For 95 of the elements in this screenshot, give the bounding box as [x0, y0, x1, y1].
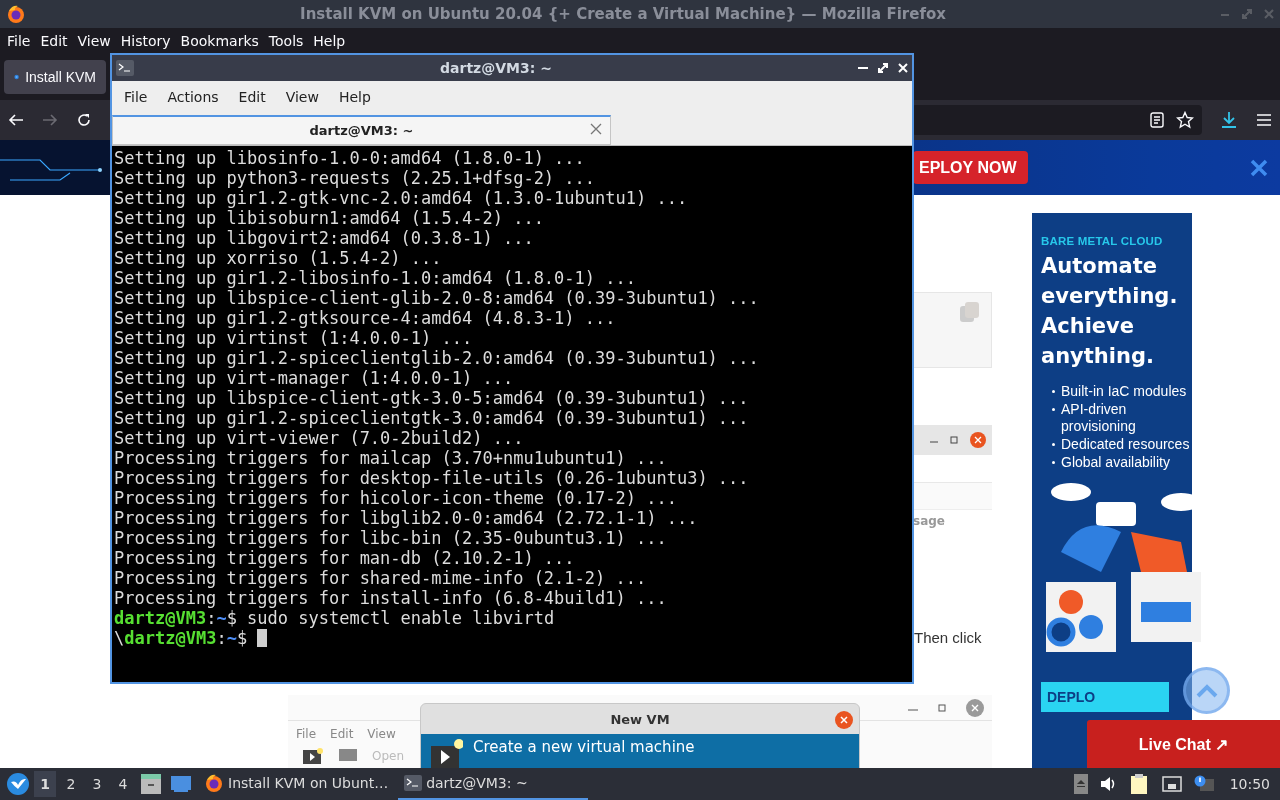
- option-label: Create a new virtual machine: [473, 738, 695, 756]
- live-chat-button[interactable]: Live Chat ↗: [1087, 720, 1280, 768]
- deploy-button[interactable]: DEPLO: [1041, 682, 1169, 712]
- reload-icon[interactable]: [76, 112, 92, 128]
- window-title: Install KVM on Ubuntu 20.04 {+ Create a Virtual Machine} — Mozilla Firefox: [299, 5, 947, 23]
- terminal-tab[interactable]: dartz@VM3: ~: [112, 115, 611, 145]
- monitor-icon: [338, 748, 358, 764]
- menu-item[interactable]: View: [275, 89, 329, 105]
- bullet-icon: [1052, 390, 1055, 393]
- workspace-button[interactable]: 2: [60, 771, 82, 797]
- clock: 10:50: [1229, 776, 1270, 792]
- output-line: Processing triggers for man-db (2.10.2-1) ...: [114, 548, 575, 568]
- close-icon: [835, 711, 853, 729]
- output-line: Processing triggers for desktop-file-utils (0.26-1ubuntu3) ...: [114, 468, 749, 488]
- bullet-text: API-driven provisioning: [1061, 401, 1137, 435]
- menu-item[interactable]: Actions: [157, 89, 229, 105]
- output-line: Setting up gir1.2-gtk-vnc-2.0:amd64 (1.3.0-1ubuntu1) ...: [114, 188, 688, 208]
- banner-close-button[interactable]: [1250, 158, 1268, 177]
- dialog-title: New VM: [610, 711, 670, 727]
- star-icon[interactable]: [1176, 111, 1194, 129]
- reader-view-icon[interactable]: [1150, 112, 1164, 128]
- output-line: Setting up xorriso (1.5.4-2) ...: [114, 248, 442, 268]
- restore-icon: [938, 703, 946, 712]
- ad-eyebrow: BARE METAL CLOUD: [1041, 235, 1164, 247]
- new-vm-icon: [302, 747, 324, 765]
- output-line: Processing triggers for libglib2.0-0:amd64 (2.72.1-1) ...: [114, 508, 698, 528]
- output-line: Setting up gir1.2-libosinfo-1.0:amd64 (1.8.0-1) ...: [114, 268, 636, 288]
- menu-item[interactable]: Bookmarks: [175, 33, 264, 49]
- taskbar-task[interactable]: Install KVM on Ubunt…: [198, 768, 395, 800]
- output-line: Setting up python3-requests (2.25.1+dfsg-2) ...: [114, 168, 596, 188]
- close-icon: [970, 432, 986, 448]
- output-line: Processing triggers for hicolor-icon-theme (0.17-2) ...: [114, 488, 677, 508]
- output-line: Setting up virt-manager (1:4.0.0-1) ...: [114, 368, 514, 388]
- output-line: Setting up libosinfo-1.0-0:amd64 (1.8.0-1) ...: [114, 148, 585, 168]
- close-icon: [1250, 158, 1268, 177]
- workspace-button[interactable]: 3: [86, 771, 108, 797]
- back-arrow-icon[interactable]: [8, 112, 24, 128]
- download-icon[interactable]: [1220, 111, 1238, 129]
- paragraph-text: Then click: [914, 629, 982, 646]
- toolbar-label: Open: [372, 749, 405, 763]
- output-line: Processing triggers for shared-mime-info (2.1-2) ...: [114, 568, 647, 588]
- firefox-icon: [6, 4, 26, 24]
- output-line: Setting up libspice-client-glib-2.0-8:amd64 (0.39-3ubuntu1) ...: [114, 288, 759, 308]
- browser-tab[interactable]: Install KVM: [4, 60, 106, 94]
- menu-item[interactable]: Edit: [228, 89, 276, 105]
- output-line: Setting up virt-viewer (7.0-2build2) ...: [114, 428, 524, 448]
- output-line: Processing triggers for install-info (6.8-4build1) ...: [114, 588, 667, 608]
- network-icon[interactable]: [1161, 776, 1182, 792]
- deploy-button[interactable]: EPLOY NOW: [913, 151, 1028, 184]
- file-cabinet-icon[interactable]: [140, 773, 162, 795]
- menu-item[interactable]: File: [114, 89, 158, 105]
- menu-item[interactable]: Tools: [263, 33, 309, 49]
- command-line: \dartz@VM3:~$: [114, 628, 249, 648]
- output-line: Setting up gir1.2-spiceclientgtk-3.0:amd64 (0.39-3ubuntu1) ...: [114, 408, 749, 428]
- ad-headline: Automate everything. Achieve anything.: [1041, 253, 1179, 370]
- window-title: dartz@VM3: ~: [439, 60, 553, 76]
- workspace-button[interactable]: 4: [112, 771, 134, 797]
- bullet-text: Global availability: [1061, 454, 1170, 471]
- chevron-up-icon: [1195, 683, 1218, 698]
- output-line: Processing triggers for mailcap (3.70+nmu1ubuntu1) ...: [114, 448, 667, 468]
- menu-icon[interactable]: [1256, 113, 1272, 127]
- menu-item[interactable]: Help: [308, 33, 351, 49]
- bullet-icon: [1052, 461, 1055, 464]
- partial-text: sage: [913, 514, 945, 528]
- command-line: dartz@VM3:~$ sudo systemctl enable libvirtd: [114, 608, 555, 628]
- output-line: Setting up libisoburn1:amd64 (1.5.4-2) ...: [114, 208, 544, 228]
- output-line: Setting up libgovirt2:amd64 (0.3.8-1) ...: [114, 228, 534, 248]
- bullet-text: Built-in IaC modules: [1061, 383, 1187, 400]
- terminal-icon: [116, 60, 134, 76]
- restore-icon: [950, 436, 958, 444]
- bullet-icon: [1052, 443, 1055, 446]
- output-line: Processing triggers for libc-bin (2.35-0ubuntu3.1) ...: [114, 528, 667, 548]
- terminal-icon: [404, 775, 423, 791]
- menu-item[interactable]: Help: [328, 89, 381, 105]
- scroll-to-top-button[interactable]: [1183, 667, 1230, 714]
- output-line: Setting up virtinst (1:4.0.0-1) ...: [114, 328, 473, 348]
- menu-item[interactable]: View: [72, 33, 116, 49]
- menu-item[interactable]: Edit: [35, 33, 73, 49]
- menu-item[interactable]: History: [115, 33, 176, 49]
- output-line: Setting up libspice-client-gtk-3.0-5:amd64 (0.39-3ubuntu1) ...: [114, 388, 749, 408]
- notification-icon[interactable]: [1193, 775, 1214, 793]
- menu-item[interactable]: File: [2, 33, 36, 49]
- address-bar[interactable]: [912, 105, 1202, 135]
- bullet-text: Dedicated resources: [1061, 436, 1190, 453]
- output-line: Setting up gir1.2-spiceclientglib-2.0:amd64 (0.39-3ubuntu1) ...: [114, 348, 759, 368]
- clipboard-icon[interactable]: [1129, 773, 1150, 795]
- firefox-icon: [204, 773, 224, 793]
- bird-logo-icon[interactable]: [6, 772, 30, 796]
- desktop-icon[interactable]: [170, 774, 192, 794]
- taskbar-task[interactable]: dartz@VM3: ~: [398, 768, 589, 800]
- output-line: Setting up gir1.2-gtksource-4:amd64 (4.8.3-1) ...: [114, 308, 616, 328]
- bullet-icon: [1052, 408, 1055, 411]
- close-icon: [966, 698, 984, 717]
- workspace-button[interactable]: 1: [34, 771, 56, 797]
- eject-icon[interactable]: [1073, 774, 1088, 794]
